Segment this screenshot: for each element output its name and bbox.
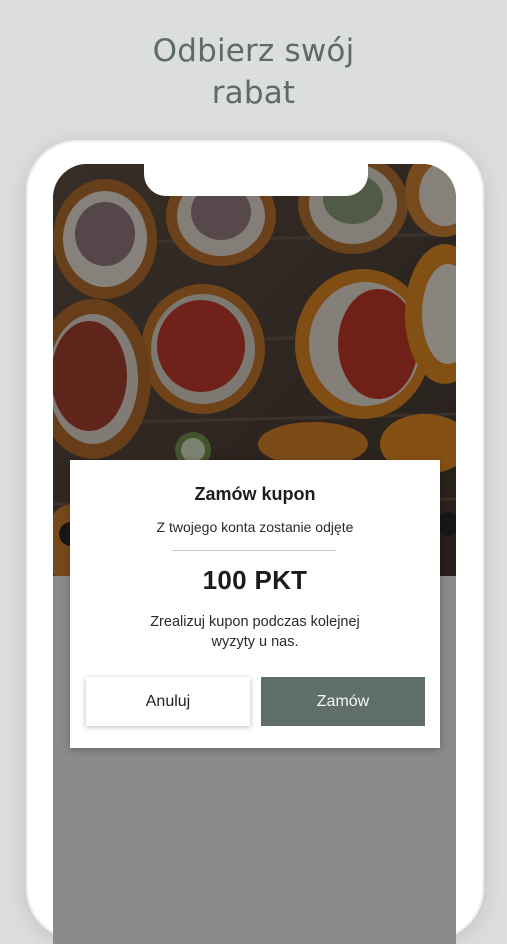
- order-coupon-dialog: Zamów kupon Z twojego konta zostanie odj…: [70, 460, 440, 748]
- cancel-button[interactable]: Anuluj: [86, 677, 250, 726]
- headline-line-1: Odbierz swój: [152, 33, 355, 69]
- points-amount: 100 PKT: [202, 565, 308, 595]
- dialog-subtitle: Z twojego konta zostanie odjęte: [156, 519, 354, 535]
- headline-line-2: rabat: [211, 75, 296, 111]
- phone-notch: [144, 164, 368, 196]
- dialog-note: Zrealizuj kupon podczas kolejnej wyzyty …: [150, 614, 360, 650]
- dialog-divider: [172, 550, 336, 551]
- order-button[interactable]: Zamów: [261, 677, 425, 726]
- dialog-title: Zamów kupon: [194, 484, 316, 504]
- promo-headline: Odbierz swój rabat: [0, 30, 507, 114]
